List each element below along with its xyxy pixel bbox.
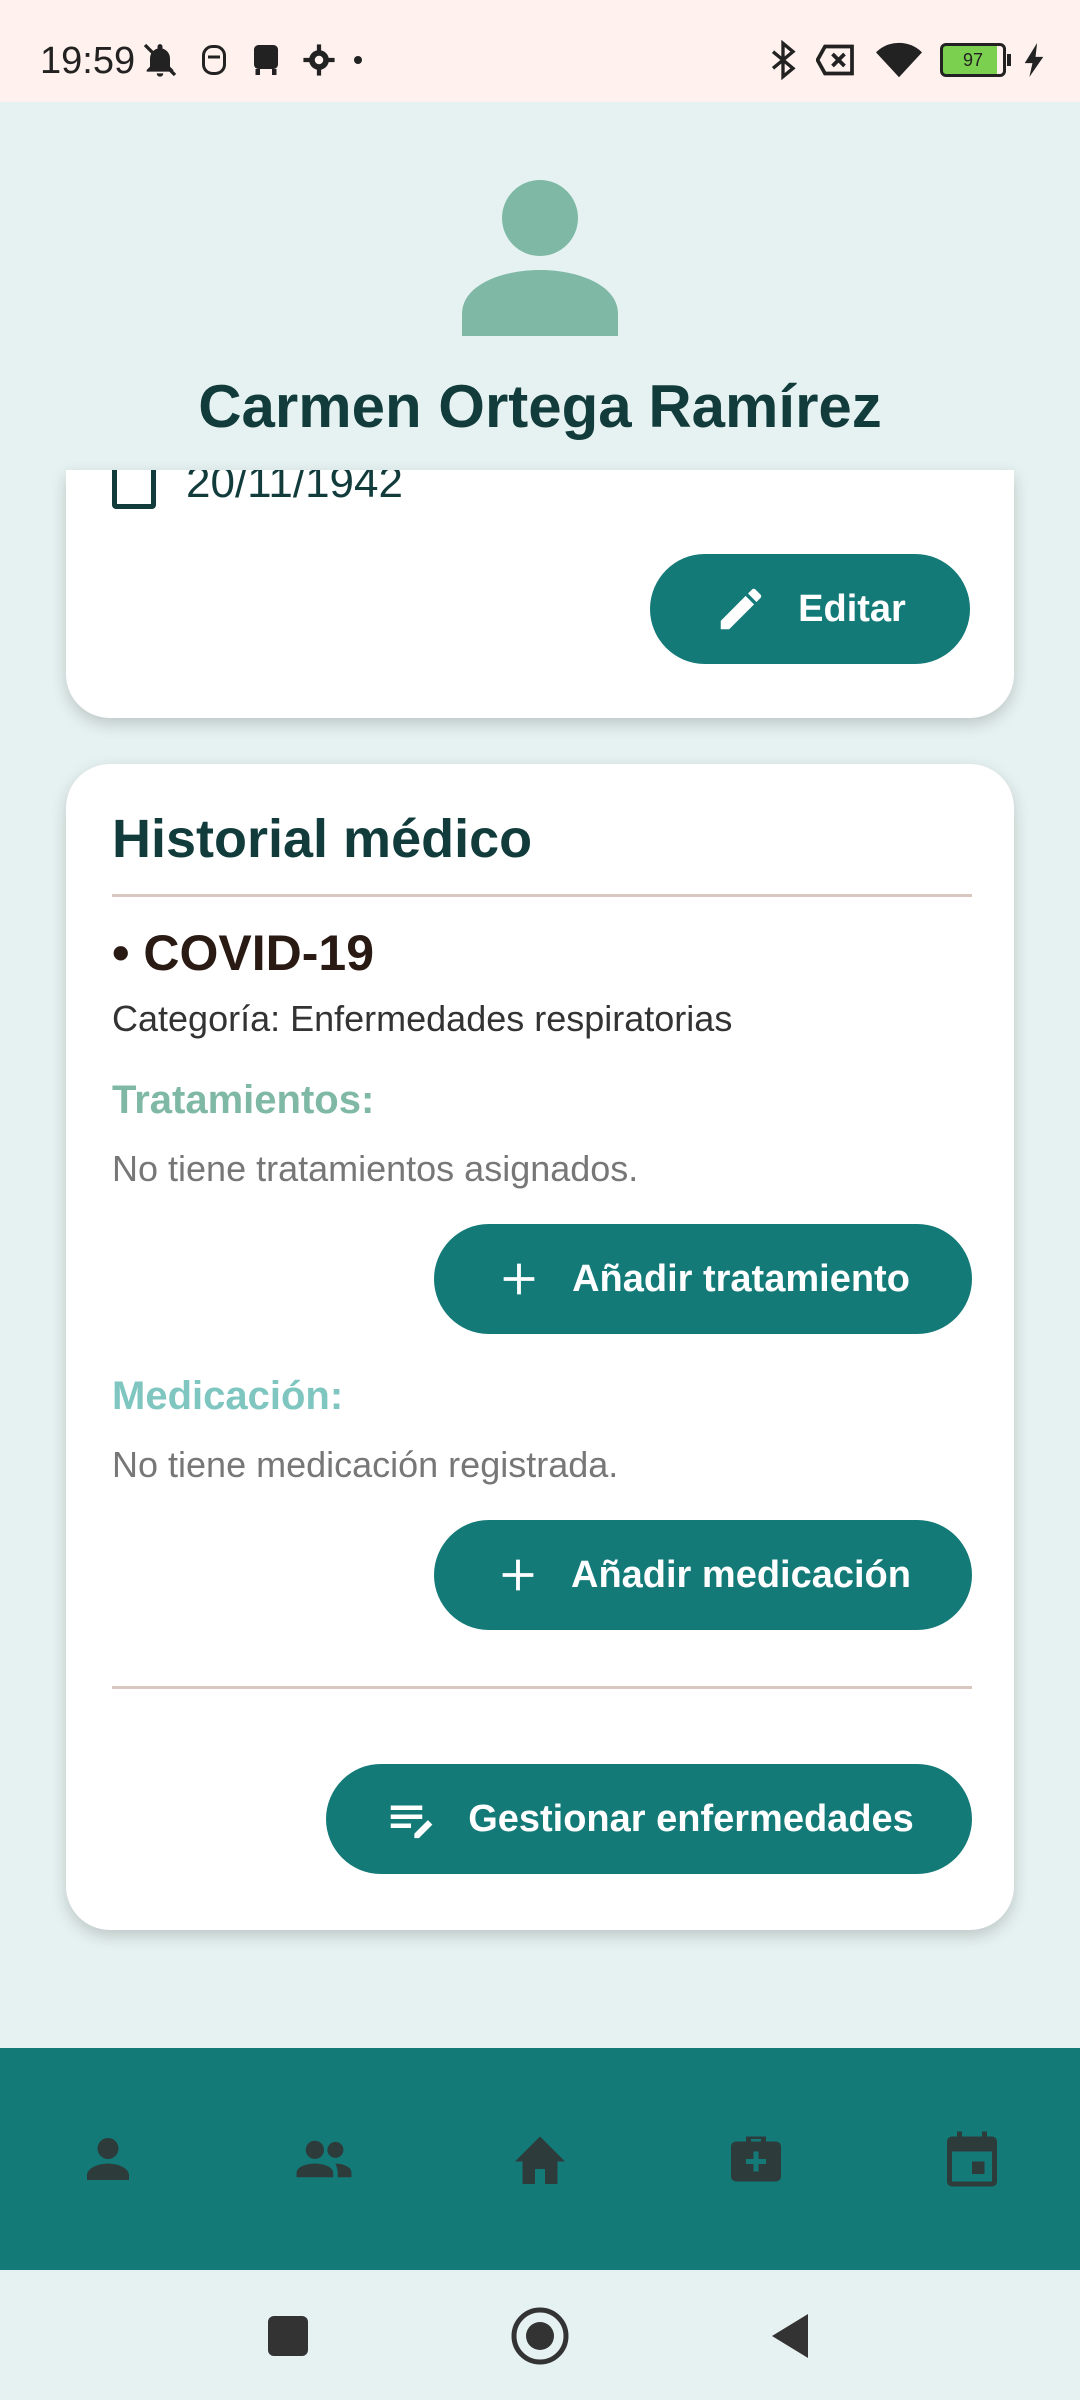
- medication-empty-text: No tiene medicación registrada.: [112, 1444, 619, 1485]
- status-bar: 19:59 97: [0, 0, 1080, 102]
- treatments-empty-text: No tiene tratamientos asignados.: [112, 1148, 639, 1189]
- plus-icon: [502, 1559, 534, 1591]
- settings-gear-icon: [303, 44, 335, 76]
- edit-note-icon: [390, 1805, 433, 1839]
- home-circle-icon[interactable]: [510, 2300, 570, 2372]
- nav-medical[interactable]: [716, 2119, 796, 2199]
- disease-name: • COVID-19: [112, 925, 375, 981]
- home-icon: [515, 2136, 565, 2184]
- add-treatment-label: Añadir tratamiento: [572, 1257, 910, 1300]
- plus-icon: [503, 1263, 535, 1295]
- no-sim-icon: [816, 44, 854, 76]
- person-icon: [87, 2138, 129, 2180]
- manage-diseases-button[interactable]: Gestionar enfermedades: [326, 1764, 972, 1874]
- group-icon: [296, 2140, 352, 2178]
- manage-diseases-label: Gestionar enfermedades: [468, 1797, 914, 1840]
- calendar-outline-icon: [112, 470, 156, 509]
- charging-bolt-icon: [1024, 43, 1044, 77]
- status-time: 19:59: [40, 40, 136, 82]
- personal-info-card: 20/11/1942 Editar: [66, 470, 1014, 718]
- birth-date-row: 20/11/1942: [112, 470, 403, 514]
- edit-button[interactable]: Editar: [650, 554, 970, 664]
- notification-dot-icon: [354, 56, 362, 64]
- face-icon: [202, 45, 226, 75]
- battery-level: 97: [962, 49, 984, 70]
- nav-home[interactable]: [500, 2119, 580, 2199]
- disease-category: Categoría: Enfermedades respiratorias: [112, 998, 733, 1039]
- divider: [112, 1686, 972, 1689]
- edit-label: Editar: [798, 587, 906, 630]
- avatar: [462, 180, 618, 336]
- nav-calendar[interactable]: [932, 2119, 1012, 2199]
- bottom-navigation: [0, 2048, 1080, 2270]
- calendar-icon: [947, 2131, 997, 2187]
- birth-date: 20/11/1942: [186, 470, 403, 507]
- add-treatment-button[interactable]: Añadir tratamiento: [434, 1224, 972, 1334]
- pencil-icon: [720, 588, 762, 630]
- medical-history-title: Historial médico: [112, 809, 533, 869]
- bluetooth-icon: [771, 40, 796, 80]
- medical-history-card: Historial médico • COVID-19 Categoría: E…: [66, 764, 1014, 1930]
- system-navigation-bar: [0, 2270, 1080, 2400]
- wifi-icon: [876, 42, 922, 78]
- muted-bell-icon: [143, 43, 177, 77]
- recent-apps-icon[interactable]: [266, 2300, 310, 2372]
- patient-name: Carmen Ortega Ramírez: [198, 373, 882, 440]
- medication-label: Medicación:: [112, 1374, 344, 1418]
- back-triangle-icon[interactable]: [768, 2300, 812, 2372]
- add-medication-label: Añadir medicación: [571, 1553, 911, 1596]
- nav-contacts[interactable]: [284, 2119, 364, 2199]
- battery-icon: 97: [940, 43, 1011, 77]
- divider: [112, 894, 972, 897]
- bus-icon: [254, 45, 278, 75]
- nav-profile[interactable]: [68, 2119, 148, 2199]
- treatments-label: Tratamientos:: [112, 1078, 375, 1122]
- add-medication-button[interactable]: Añadir medicación: [434, 1520, 972, 1630]
- medical-kit-icon: [731, 2136, 781, 2182]
